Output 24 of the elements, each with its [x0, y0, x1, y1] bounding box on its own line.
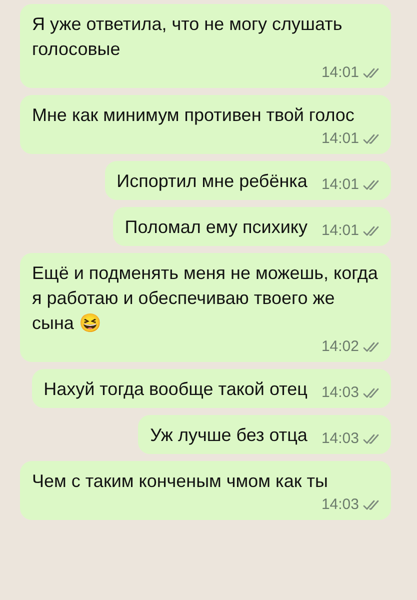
message-time: 14:03: [321, 496, 359, 514]
message-text: Ещё и подменять меня не можешь, когда я работаю и обеспечиваю твоего же сына 😆: [32, 262, 379, 335]
double-check-icon: [363, 341, 381, 353]
double-check-icon: [363, 433, 381, 445]
message-time: 14:03: [321, 384, 359, 402]
message-text: Уж лучше без отца: [150, 424, 308, 447]
double-check-icon: [363, 67, 381, 79]
message-text: Чем с таким конченым чмом как ты: [32, 470, 328, 493]
message-text: Испортил мне ребёнка: [116, 170, 308, 193]
message-text: Поломал ему психику: [124, 216, 308, 239]
message-time: 14:01: [321, 222, 359, 240]
double-check-icon: [363, 387, 381, 399]
message-time: 14:02: [321, 338, 359, 356]
message-time: 14:01: [321, 176, 359, 194]
message-time: 14:01: [321, 130, 359, 148]
double-check-icon: [363, 499, 381, 511]
message-text: Я уже ответила, что не могу слушать голосовые: [32, 13, 344, 61]
message-time: 14:03: [321, 430, 359, 448]
message-text: Нахуй тогда вообще такой отец: [44, 378, 308, 401]
double-check-icon: [363, 133, 381, 145]
message-time: 14:01: [321, 64, 359, 82]
double-check-icon: [363, 225, 381, 237]
double-check-icon: [363, 179, 381, 191]
message-text: Мне как минимум противен твой голос: [32, 104, 354, 127]
